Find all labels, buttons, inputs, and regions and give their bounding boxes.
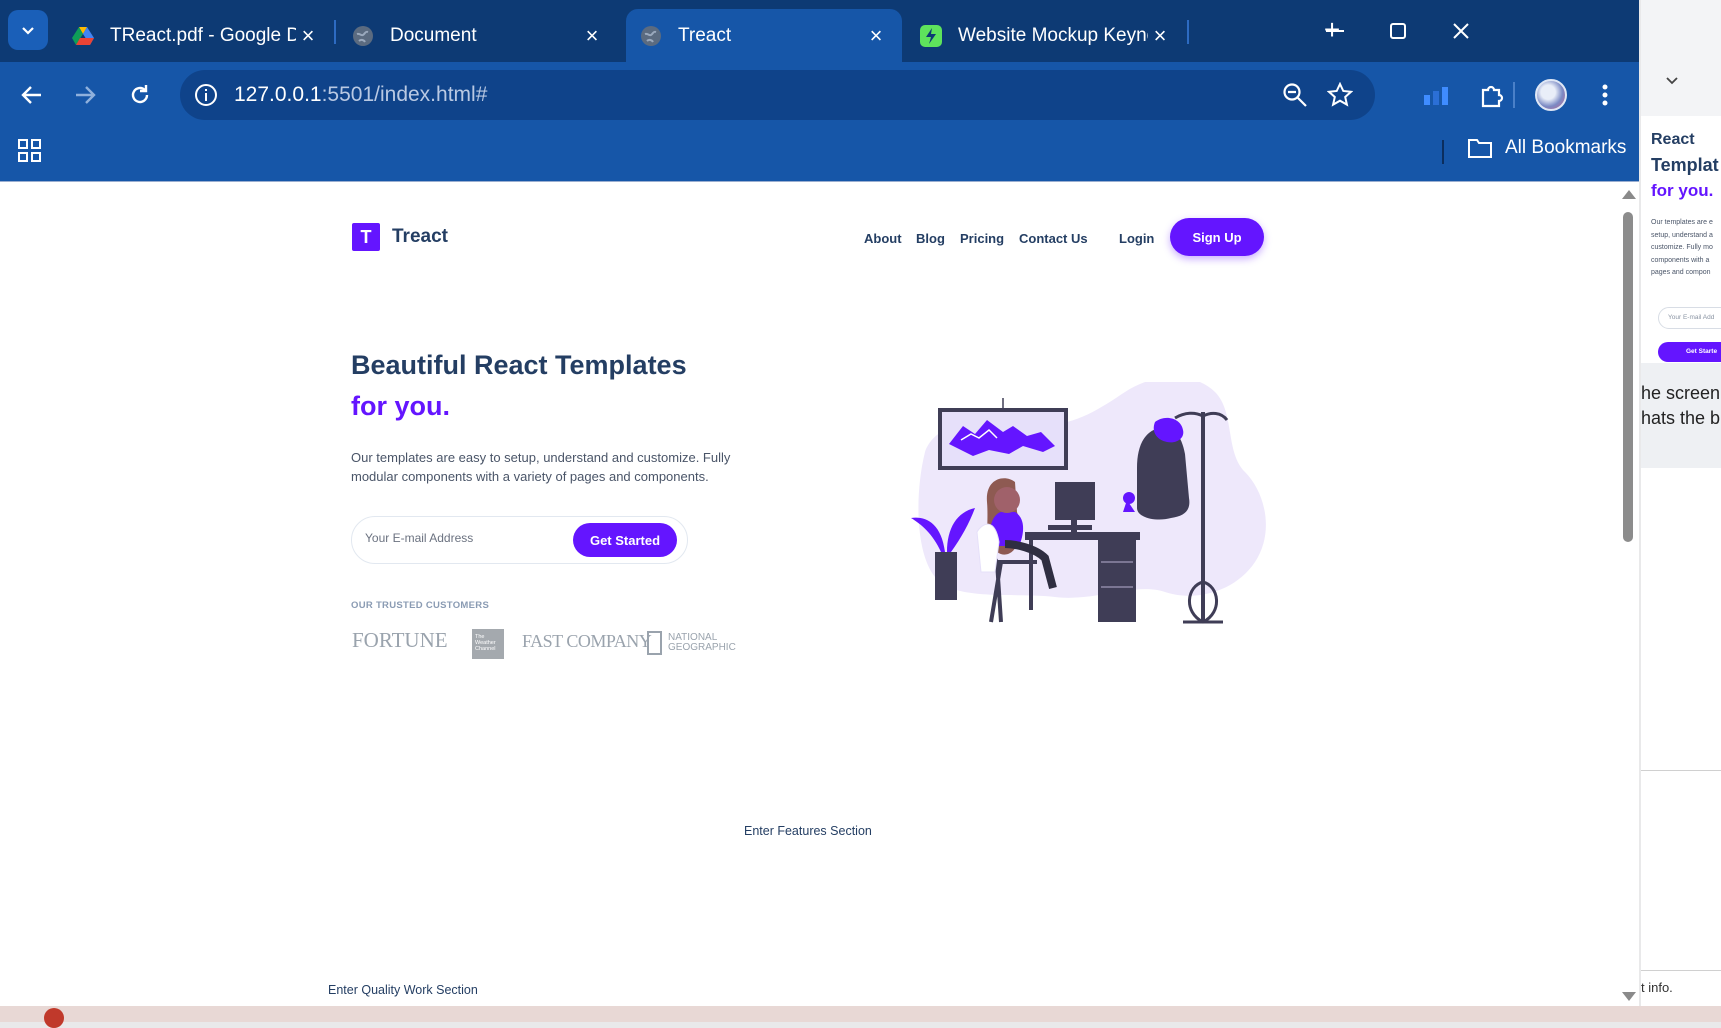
message-line: he screen is	[1641, 383, 1721, 403]
email-signup-form: Get Started	[351, 516, 688, 564]
forward-arrow-icon	[76, 86, 96, 104]
close-icon[interactable]: ×	[1148, 23, 1172, 48]
kebab-menu-icon	[1602, 84, 1608, 106]
nav-link-login[interactable]: Login	[1119, 231, 1154, 246]
customer-logo-national-geographic: NATIONAL GEOGRAPHIC	[647, 631, 740, 655]
customer-logo-weather-channel: The Weather Channel	[472, 629, 504, 659]
scroll-down-arrow-icon[interactable]	[1622, 992, 1636, 1001]
url-text[interactable]: 127.0.0.1:5501/index.html#	[234, 83, 487, 107]
folder-icon	[1468, 139, 1492, 158]
address-bar[interactable]: 127.0.0.1:5501/index.html#	[180, 70, 1375, 120]
scroll-up-arrow-icon[interactable]	[1622, 190, 1636, 199]
nav-link-contact[interactable]: Contact Us	[1019, 231, 1088, 246]
site-logo[interactable]: T Treact	[352, 223, 448, 251]
tab-treact[interactable]: Treact ×	[626, 9, 902, 62]
side-window: React Templat for you. Our templates are…	[1641, 0, 1721, 1006]
nav-link-blog[interactable]: Blog	[916, 231, 945, 246]
close-icon	[1453, 23, 1469, 39]
globe-icon	[352, 25, 374, 47]
side-window-message: he screen is hats the bi	[1641, 363, 1721, 468]
tab-divider	[1187, 20, 1189, 44]
customer-logo-fast-company: FAST COMPANY	[522, 631, 652, 651]
preview-cta-button: Get Starte	[1658, 342, 1721, 362]
email-input[interactable]	[365, 531, 565, 545]
apps-grid-icon[interactable]	[18, 139, 42, 163]
message-line: hats the bi	[1641, 408, 1721, 428]
puzzle-icon	[1481, 85, 1504, 108]
scrollbar-thumb[interactable]	[1623, 212, 1633, 542]
maximize-icon	[1390, 23, 1406, 39]
tab-document[interactable]: Document ×	[338, 9, 618, 62]
app-icon	[920, 24, 942, 47]
logo-text: Treact	[392, 226, 448, 247]
preview-description: Our templates are e setup, understand a …	[1651, 219, 1713, 276]
chevron-down-icon	[22, 27, 34, 35]
taskbar-app-icon[interactable]	[44, 1008, 64, 1028]
all-bookmarks-label: All Bookmarks	[1505, 137, 1627, 158]
forward-button[interactable]	[68, 78, 102, 112]
preview-heading: Templat	[1651, 155, 1719, 175]
sign-up-button[interactable]: Sign Up	[1170, 218, 1264, 256]
tab-search-button[interactable]	[8, 10, 48, 50]
chevron-down-icon[interactable]	[1665, 76, 1679, 86]
preview-heading: React	[1651, 131, 1695, 148]
tab-title: Website Mockup Keynote	[958, 24, 1148, 46]
tab-title: Document	[390, 24, 477, 46]
taskbar	[0, 1006, 1721, 1028]
minimize-icon	[1326, 30, 1344, 32]
back-arrow-icon	[21, 86, 41, 104]
toolbar-divider	[1513, 82, 1515, 108]
side-window-header	[1641, 0, 1721, 116]
tab-strip: TReact.pdf - Google Drive × Document × T…	[0, 0, 1639, 62]
extensions-button[interactable]	[1478, 80, 1508, 110]
yellow-border-icon	[647, 631, 662, 655]
divider	[1641, 770, 1721, 771]
features-section-placeholder: Enter Features Section	[744, 824, 872, 838]
profile-avatar[interactable]	[1535, 79, 1567, 111]
hero-illustration	[911, 382, 1266, 624]
divider	[1641, 970, 1721, 971]
preview-email-input: Your E-mail Add	[1658, 307, 1721, 329]
get-started-button[interactable]: Get Started	[573, 523, 677, 557]
customers-heading: OUR TRUSTED CUSTOMERS	[351, 600, 490, 611]
close-icon[interactable]: ×	[296, 23, 320, 48]
zoom-icon[interactable]	[1282, 82, 1308, 108]
bookmark-star-icon[interactable]	[1327, 82, 1353, 108]
close-icon[interactable]: ×	[864, 23, 888, 48]
tab-divider	[334, 20, 336, 44]
hero-description: Our templates are easy to setup, underst…	[351, 450, 731, 484]
nav-link-pricing[interactable]: Pricing	[960, 231, 1004, 246]
back-button[interactable]	[15, 78, 49, 112]
close-icon[interactable]: ×	[580, 23, 604, 48]
minimize-button[interactable]	[1320, 16, 1350, 46]
site-info-icon[interactable]	[194, 83, 218, 107]
tab-title: Treact	[678, 24, 732, 46]
logo-mark: T	[352, 223, 380, 251]
preview-heading-highlight: for you.	[1651, 181, 1714, 200]
side-window-footer: t info.	[1641, 980, 1673, 995]
side-window-preview: React Templat for you. Our templates are…	[1641, 117, 1721, 362]
vertical-scrollbar[interactable]	[1617, 182, 1639, 1006]
menu-button[interactable]	[1590, 80, 1620, 110]
browser-window: TReact.pdf - Google Drive × Document × T…	[0, 0, 1639, 1006]
close-window-button[interactable]	[1446, 16, 1476, 46]
tab-title: TReact.pdf - Google Drive	[110, 24, 296, 46]
customer-logo-fortune: FORTUNE	[352, 628, 448, 652]
hero-title: Beautiful React Templates	[351, 350, 687, 380]
nav-link-about[interactable]: About	[864, 231, 902, 246]
extension-analytics-icon[interactable]	[1421, 80, 1451, 110]
tab-google-drive[interactable]: TReact.pdf - Google Drive ×	[58, 9, 334, 62]
quality-section-placeholder: Enter Quality Work Section	[328, 983, 478, 997]
reload-button[interactable]	[123, 78, 157, 112]
all-bookmarks-button[interactable]: All Bookmarks	[1467, 137, 1626, 159]
maximize-button[interactable]	[1383, 16, 1413, 46]
reload-icon	[131, 85, 149, 104]
tab-website-mockup[interactable]: Website Mockup Keynote ×	[906, 9, 1186, 62]
bookmarks-divider	[1442, 140, 1444, 164]
page-viewport: T Treact About Blog Pricing Contact Us L…	[0, 181, 1639, 1006]
hero-title-highlight: for you.	[351, 391, 450, 421]
google-drive-icon	[72, 25, 94, 47]
globe-icon	[640, 25, 662, 47]
